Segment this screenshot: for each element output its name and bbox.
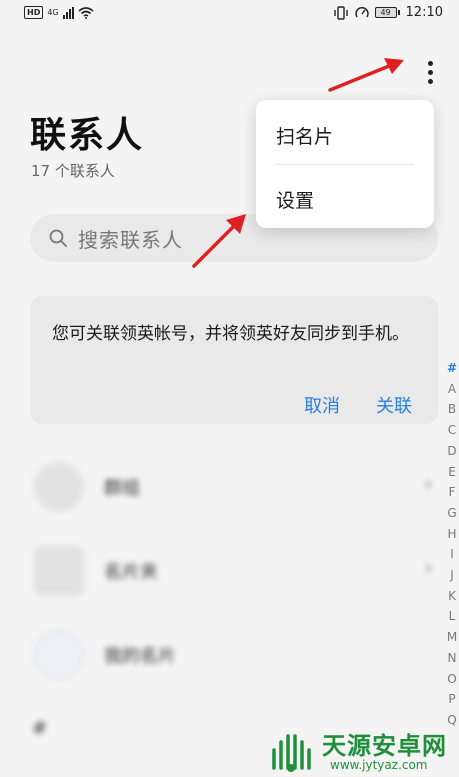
watermark-logo-icon <box>272 734 311 772</box>
battery-icon: 49 <box>374 7 400 18</box>
speed-icon <box>354 6 369 17</box>
status-bar: HD 4G 49 12:10 <box>0 0 459 30</box>
index-letter[interactable]: G <box>447 503 456 524</box>
wifi-icon <box>78 6 94 19</box>
index-letter[interactable]: A <box>448 379 456 400</box>
watermark: 天源安卓网 www.jytyaz.com <box>264 722 459 777</box>
list-item-my-card[interactable]: 我的名片 <box>30 620 438 690</box>
contact-count: 17 个联系人 <box>31 162 115 180</box>
index-letter[interactable]: I <box>450 544 454 565</box>
page-title: 联系人 <box>30 115 145 156</box>
card-holder-icon <box>34 546 84 596</box>
alphabet-index-bar[interactable]: # A B C D E F G H I J K L M N O P Q <box>444 358 459 731</box>
list-item-card-holder[interactable]: 名片夹 › <box>30 536 438 606</box>
avatar <box>34 630 84 680</box>
search-placeholder: 搜索联系人 <box>78 227 183 252</box>
index-letter[interactable]: H <box>447 524 456 545</box>
index-letter[interactable]: O <box>447 669 456 690</box>
network-type: 4G <box>47 8 59 17</box>
section-header: # <box>32 718 48 739</box>
list-item-label: 群组 <box>104 478 140 499</box>
status-left: HD 4G <box>24 6 94 19</box>
index-letter[interactable]: # <box>447 358 457 379</box>
clock: 12:10 <box>405 5 443 20</box>
index-letter[interactable]: B <box>448 399 456 420</box>
index-letter[interactable]: F <box>449 482 456 503</box>
menu-item-scan-card[interactable]: 扫名片 <box>276 122 333 149</box>
annotation-arrow-more <box>328 58 404 92</box>
signal-icon <box>62 6 74 19</box>
group-icon <box>34 462 84 512</box>
index-letter[interactable]: J <box>450 565 454 586</box>
cancel-button[interactable]: 取消 <box>304 392 340 418</box>
index-letter[interactable]: D <box>447 441 456 462</box>
more-options-button[interactable] <box>416 54 444 90</box>
status-right: 49 12:10 <box>333 5 443 20</box>
watermark-url: www.jytyaz.com <box>330 758 428 772</box>
menu-divider <box>276 164 414 165</box>
link-account-button[interactable]: 关联 <box>376 392 412 418</box>
index-letter[interactable]: C <box>448 420 456 441</box>
more-vertical-icon <box>427 60 433 66</box>
watermark-title: 天源安卓网 <box>322 732 447 760</box>
battery-level: 49 <box>374 7 397 18</box>
index-letter[interactable]: M <box>447 627 457 648</box>
menu-item-settings[interactable]: 设置 <box>276 186 314 213</box>
index-letter[interactable]: P <box>448 689 455 710</box>
banner-message: 您可关联领英帐号，并将领英好友同步到手机。 <box>52 324 409 344</box>
index-letter[interactable]: N <box>448 648 457 669</box>
list-item-label: 我的名片 <box>104 646 176 667</box>
overflow-menu: 扫名片 设置 <box>256 100 434 228</box>
index-letter[interactable]: L <box>449 606 456 627</box>
hd-badge: HD <box>24 6 44 19</box>
linkedin-banner: 您可关联领英帐号，并将领英好友同步到手机。 取消 关联 <box>30 296 438 424</box>
index-letter[interactable]: E <box>448 462 456 483</box>
chevron-right-icon: › <box>424 472 433 497</box>
list-item-groups[interactable]: 群组 › <box>30 452 438 522</box>
index-letter[interactable]: K <box>448 586 456 607</box>
vibrate-icon <box>333 5 348 20</box>
chevron-right-icon: › <box>424 556 433 581</box>
search-icon <box>49 229 67 247</box>
list-item-label: 名片夹 <box>104 562 158 583</box>
